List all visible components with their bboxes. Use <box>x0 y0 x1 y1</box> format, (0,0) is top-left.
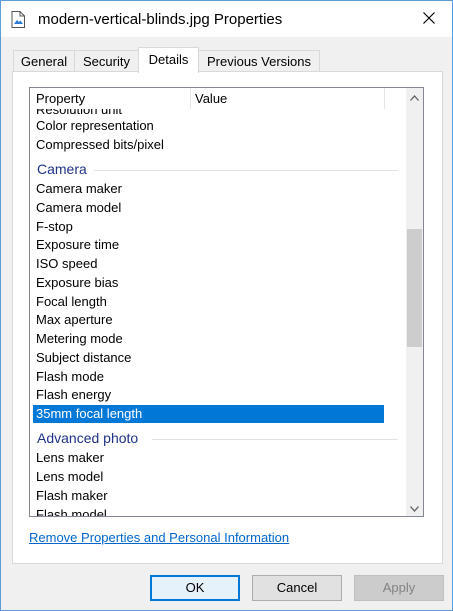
tab-general[interactable]: General <box>13 50 75 72</box>
list-item[interactable]: Exposure time <box>33 236 387 254</box>
chevron-down-icon <box>410 500 419 515</box>
list-item[interactable]: Lens model <box>33 468 387 486</box>
list-item[interactable]: Camera maker <box>33 180 387 198</box>
property-rows: Resolution unit Color representation Com… <box>30 88 405 516</box>
tab-strip: General Security Details Previous Versio… <box>1 47 452 73</box>
scroll-thumb[interactable] <box>407 229 422 347</box>
tab-details[interactable]: Details <box>138 47 199 73</box>
group-header-advanced-photo: Advanced photo <box>37 430 139 446</box>
list-item[interactable]: F-stop <box>33 218 387 236</box>
list-item[interactable]: Camera model <box>33 199 387 217</box>
scroll-down-button[interactable] <box>406 499 423 516</box>
apply-button[interactable]: Apply <box>354 575 444 601</box>
list-item[interactable]: Resolution unit <box>33 108 387 116</box>
list-item[interactable]: Focal length <box>33 293 387 311</box>
column-divider[interactable] <box>384 88 385 109</box>
properties-dialog: modern-vertical-blinds.jpg Properties Ge… <box>0 0 453 611</box>
column-header: Property Value <box>30 88 405 109</box>
close-button[interactable] <box>406 1 452 37</box>
title-bar: modern-vertical-blinds.jpg Properties <box>1 1 452 37</box>
chevron-up-icon <box>410 89 419 104</box>
list-item[interactable]: Flash maker <box>33 487 387 505</box>
property-list[interactable]: Resolution unit Color representation Com… <box>29 87 424 517</box>
column-divider[interactable] <box>190 88 191 109</box>
list-item[interactable]: Exposure bias <box>33 274 387 292</box>
list-item-selected[interactable]: 35mm focal length <box>33 405 384 423</box>
details-panel: Resolution unit Color representation Com… <box>12 71 443 564</box>
group-header-camera: Camera <box>37 161 87 177</box>
tab-security[interactable]: Security <box>74 50 139 72</box>
window-title: modern-vertical-blinds.jpg Properties <box>38 11 283 28</box>
tab-previous-versions[interactable]: Previous Versions <box>198 50 320 72</box>
cancel-button[interactable]: Cancel <box>252 575 342 601</box>
group-divider <box>152 439 398 440</box>
list-item[interactable]: Compressed bits/pixel <box>33 136 387 154</box>
scroll-up-button[interactable] <box>406 88 423 105</box>
column-property[interactable]: Property <box>36 91 85 106</box>
list-item[interactable]: Flash model <box>33 506 387 516</box>
list-item[interactable]: Flash mode <box>33 368 387 386</box>
column-value[interactable]: Value <box>195 91 227 106</box>
group-divider <box>94 170 398 171</box>
list-item[interactable]: Metering mode <box>33 330 387 348</box>
vertical-scrollbar[interactable] <box>406 88 423 516</box>
ok-button[interactable]: OK <box>150 575 240 601</box>
list-item[interactable]: Lens maker <box>33 449 387 467</box>
list-item[interactable]: ISO speed <box>33 255 387 273</box>
remove-properties-link[interactable]: Remove Properties and Personal Informati… <box>29 530 289 545</box>
list-item[interactable]: Flash energy <box>33 386 387 404</box>
list-item[interactable]: Max aperture <box>33 311 387 329</box>
list-item[interactable]: Subject distance <box>33 349 387 367</box>
list-item[interactable]: Color representation <box>33 117 387 135</box>
image-file-icon <box>11 11 25 28</box>
close-icon <box>423 11 435 27</box>
